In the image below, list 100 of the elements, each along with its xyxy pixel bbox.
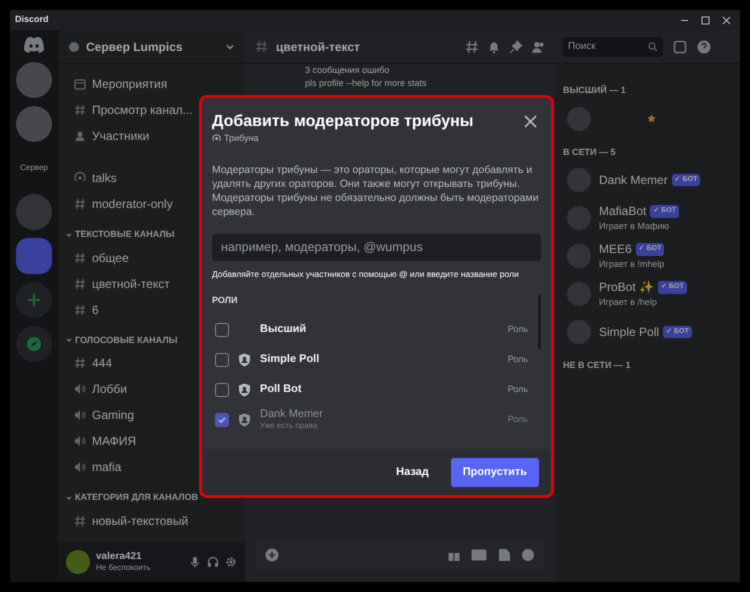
server-avatar[interactable]: [16, 106, 52, 142]
skip-button[interactable]: Пропустить: [450, 458, 539, 486]
member-name[interactable]: Simple Poll: [599, 323, 660, 341]
member-group-heading: НЕ В СЕТИ — 1: [563, 359, 632, 372]
member-group-heading: ВЫСШИЙ — 1: [563, 84, 627, 97]
member-activity: Играет в /help: [599, 296, 658, 310]
shield-icon: [238, 412, 251, 427]
search-field[interactable]: Поиск: [563, 36, 663, 56]
dialog-subtitle: Трибуна: [224, 132, 258, 145]
channel-item[interactable]: новый-текстовый: [66, 508, 237, 532]
hash-icon: [74, 104, 86, 116]
headphones-icon[interactable]: [207, 556, 219, 568]
shield-icon: [238, 352, 251, 367]
role-type: Роль: [508, 413, 528, 426]
people-icon: [74, 130, 86, 142]
role-row[interactable]: Высший Роль: [202, 314, 538, 345]
role-name: Dank Memer: [260, 408, 324, 422]
username: valera421: [96, 550, 143, 564]
chevron-down-icon[interactable]: [66, 232, 72, 238]
section-heading: РОЛИ: [211, 294, 238, 308]
member-activity: Играет в !mhelp: [599, 258, 664, 272]
shield-icon: [238, 382, 251, 397]
member-group-heading: В СЕТИ — 5: [563, 146, 616, 158]
hash-icon: [255, 40, 268, 53]
help-icon[interactable]: [697, 40, 711, 54]
category-label[interactable]: ТЕКСТОВЫЕ КАНАЛЫ: [75, 228, 174, 242]
role-type: Роль: [508, 323, 528, 336]
back-button[interactable]: Назад: [396, 464, 429, 480]
checkbox[interactable]: [215, 352, 229, 367]
explore-button[interactable]: [16, 326, 52, 362]
channel-title: цветной-текст: [276, 38, 361, 56]
hash-icon: [74, 252, 86, 264]
channel-item[interactable]: Мероприятия: [66, 72, 237, 96]
stage-icon: [212, 134, 221, 144]
channel-item[interactable]: mafia: [66, 455, 237, 479]
close-icon[interactable]: [524, 115, 537, 128]
hash-icon: [74, 514, 86, 526]
speaker-icon: [74, 383, 86, 395]
dialog-title: Добавить модераторов трибуны: [212, 112, 474, 132]
avatar[interactable]: [66, 550, 90, 574]
category-label[interactable]: КАТЕГОРИЯ ДЛЯ КАНАЛОВ: [75, 491, 198, 504]
role-name: Poll Bot: [260, 383, 303, 396]
hint-text: Добавляйте отдельных участников с помощью @ или введите название роли: [211, 268, 520, 280]
user-status: Не беспокоить: [96, 563, 152, 574]
chevron-down-icon[interactable]: [66, 337, 72, 344]
plus-icon: [27, 293, 41, 307]
search-icon: [648, 42, 658, 52]
server-name[interactable]: Сервер Lumpics: [86, 38, 219, 56]
speaker-icon: [74, 409, 86, 421]
avatar: [567, 282, 591, 306]
close-icon[interactable]: [722, 16, 731, 24]
checkbox[interactable]: [215, 322, 229, 337]
window-title: Discord: [15, 13, 49, 26]
speaker-icon: [74, 435, 86, 447]
message-text: 3 сообщения ошибо: [305, 65, 390, 76]
app-logo-icon[interactable]: [23, 36, 45, 54]
message-text: pls profile --help for more stats: [305, 78, 428, 89]
avatar: [567, 168, 591, 192]
star-icon: [647, 114, 656, 123]
checkbox[interactable]: [215, 382, 229, 397]
search-field[interactable]: например, модераторы, @wumpus: [212, 234, 541, 260]
speaker-icon: [74, 461, 86, 473]
add-server-button[interactable]: [16, 282, 52, 318]
avatar: [567, 244, 591, 268]
add-icon[interactable]: [265, 548, 279, 562]
pin-icon[interactable]: [509, 40, 523, 54]
avatar: [567, 206, 591, 230]
member-name[interactable]: MEE6: [599, 240, 632, 258]
checkmark-icon: [217, 414, 227, 425]
server-badge-icon: [68, 40, 80, 52]
bell-icon[interactable]: [487, 40, 501, 54]
role-type: Роль: [508, 353, 528, 366]
role-name: Simple Poll: [260, 353, 320, 366]
member-name[interactable]: MafiaBot: [599, 202, 646, 220]
hash-icon: [74, 278, 86, 290]
server-item[interactable]: [16, 238, 52, 274]
dialog-description: Модераторы трибуны — это ораторы, которые могут добавлять и удалять других ораторов. Они также могут открывать трибуны. Модераторы трибуны не обязательно должны быть модераторами сервера.: [211, 162, 540, 218]
role-name: Высший: [260, 323, 308, 336]
avatar: [567, 320, 591, 344]
server-item[interactable]: Сервер: [16, 150, 52, 186]
category-label[interactable]: ГОЛОСОВЫЕ КАНАЛЫ: [75, 334, 178, 347]
settings-icon[interactable]: [225, 556, 237, 568]
role-note: Уже есть права: [260, 421, 318, 432]
hash-icon: [74, 304, 86, 316]
role-type: Роль: [508, 383, 528, 396]
hash-icon: [74, 357, 86, 369]
avatar: [567, 106, 591, 130]
chevron-down-icon[interactable]: [66, 494, 72, 501]
maximize-icon[interactable]: [701, 16, 710, 24]
members-icon[interactable]: [531, 40, 545, 54]
member-name[interactable]: ProBot ✨: [599, 278, 654, 296]
microphone-icon[interactable]: [189, 556, 201, 568]
stage-icon: [74, 172, 86, 184]
compass-icon: [26, 336, 42, 352]
hash-icon: [74, 198, 86, 210]
threads-icon[interactable]: [465, 40, 479, 54]
calendar-icon: [74, 78, 86, 90]
member-name[interactable]: Dank Memer: [599, 171, 668, 189]
server-avatar[interactable]: [16, 62, 52, 98]
message-composer[interactable]: [255, 540, 545, 570]
